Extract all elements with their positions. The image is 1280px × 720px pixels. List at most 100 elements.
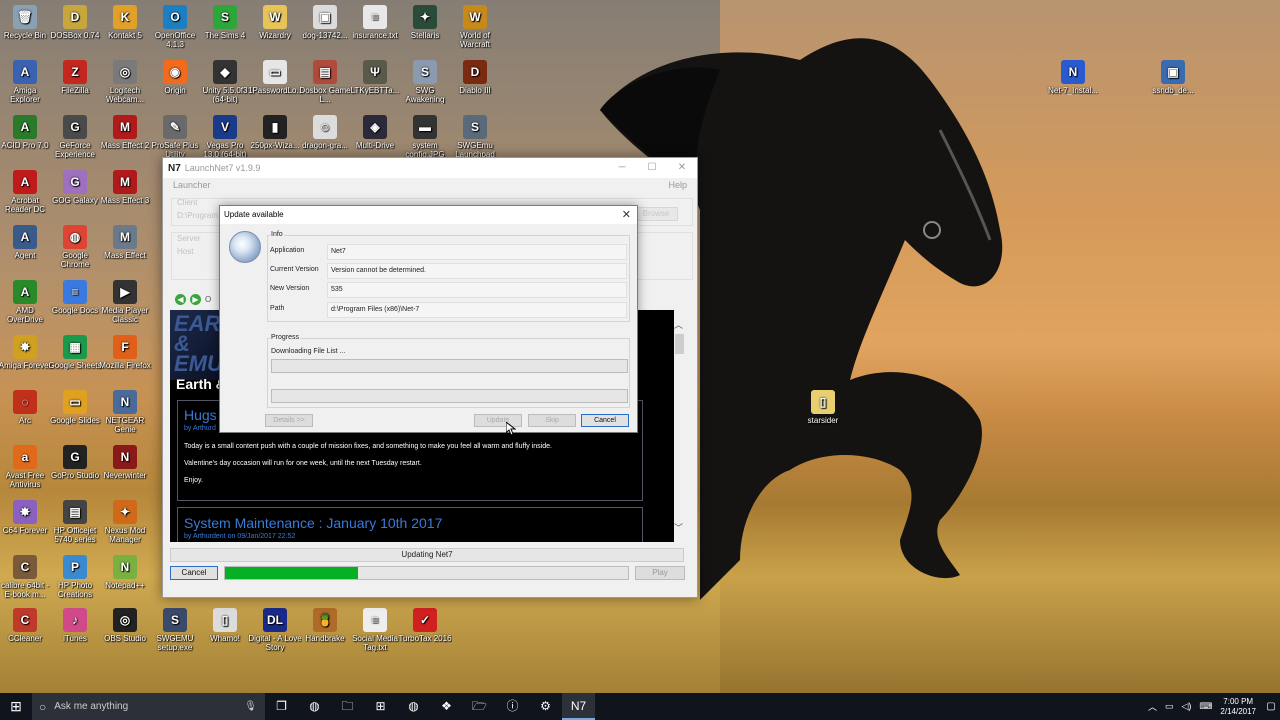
minimize-icon[interactable]: ─ (607, 158, 637, 178)
desktop-icon[interactable]: G GOG Galaxy (48, 170, 102, 205)
desktop-icon[interactable]: D Diablo III (448, 60, 502, 95)
scroll-thumb[interactable] (675, 334, 684, 354)
desktop-icon[interactable]: ▮ 250px-Wiza... (248, 115, 302, 150)
menu-help[interactable]: Help (668, 180, 687, 192)
desktop-icon[interactable]: a Avast Free Antivirus (0, 445, 52, 489)
taskbar-app-icon[interactable]: ⓘ (496, 693, 529, 720)
desktop-icon[interactable]: Ccalibre 64bit - E-book m... (0, 555, 52, 599)
desktop-icon[interactable]: N NETGEAR Genie (98, 390, 152, 434)
forward-icon[interactable]: ▶ (190, 294, 201, 305)
notification-icon[interactable]: ▢ (1262, 701, 1280, 712)
desktop-icon[interactable]: W World of Warcraft (448, 5, 502, 49)
desktop-icon[interactable]: ◈ Multi-Drive (348, 115, 402, 150)
desktop-icon[interactable]: ▬ system config.JPG (398, 115, 452, 159)
details-button[interactable]: Details >> (265, 414, 313, 427)
desktop-icon[interactable]: V Vegas Pro 13.0 (64-bit) (198, 115, 252, 159)
cortana-search[interactable]: ○ Ask me anything 🎙 (32, 693, 265, 720)
taskbar-app-icon[interactable]: ⚙ (529, 693, 562, 720)
back-icon[interactable]: ◀ (175, 294, 186, 305)
desktop-icon[interactable]: ▭ Google Slides (48, 390, 102, 425)
dialog-title[interactable]: Update available (220, 206, 637, 224)
microphone-icon[interactable]: 🎙 (244, 701, 257, 712)
desktop-icon[interactable]: ▶ Media Player Classic (98, 280, 152, 324)
desktop-icon[interactable]: M Mass Effect 2 (98, 115, 152, 150)
clock[interactable]: 7:00 PM 2/14/2017 (1220, 697, 1256, 717)
desktop-icon[interactable]: ☺ dragon-gra... (298, 115, 352, 150)
desktop-icon[interactable]: DL Digital - A Love Story (248, 608, 302, 652)
desktop-icon[interactable]: ✸ Amiga Forever (0, 335, 52, 370)
scroll-down-icon[interactable]: ﹀ (674, 521, 683, 534)
desktop-icon[interactable]: A Acrobat Reader DC (0, 170, 52, 214)
dialog-cancel-button[interactable]: Cancel (581, 414, 629, 427)
desktop-icon[interactable]: S SWGEmu Launchpad (448, 115, 502, 159)
desktop-icon[interactable]: ≡ Google Docs (48, 280, 102, 315)
browse-button[interactable]: Browse (634, 207, 678, 221)
desktop-icon[interactable]: ▤ Dosbox Game L... (298, 60, 352, 104)
desktop-icon[interactable]: Ψ LTKyEBTTa... (348, 60, 402, 95)
desktop-icon[interactable]: ▣ dog-13742... (298, 5, 352, 40)
taskbar-app-icon[interactable]: ⊞ (364, 693, 397, 720)
taskbar-app-icon[interactable]: 🗁 (463, 693, 496, 720)
desktop-icon[interactable]: ✎ ProSafe Plus Utility (148, 115, 202, 159)
desktop-icon[interactable]: S The Sims 4 (198, 5, 252, 40)
desktop-icon[interactable]: ◎ OBS Studio (98, 608, 152, 643)
desktop-icon[interactable]: N Net-7_Instal... (1046, 60, 1100, 95)
desktop-icon[interactable]: D DOSBox 0.74 (48, 5, 102, 40)
desktop-icon[interactable]: G GoPro Studio (48, 445, 102, 480)
desktop-icon[interactable]: Z FileZilla (48, 60, 102, 95)
desktop-icon[interactable]: A Amiga Explorer (0, 60, 52, 104)
taskbar-app-icon[interactable]: ❐ (265, 693, 298, 720)
post-title[interactable]: Hugs (184, 407, 217, 423)
close-icon[interactable]: ✕ (622, 208, 631, 221)
menu-launcher[interactable]: Launcher (173, 180, 211, 192)
desktop-icon[interactable]: M Mass Effect (98, 225, 152, 260)
skip-button[interactable]: Skip (528, 414, 576, 427)
desktop-icon[interactable]: ✦ Stellaris (398, 5, 452, 40)
desktop-icon[interactable]: A ACID Pro 7.0 (0, 115, 52, 150)
taskbar-app-icon[interactable]: N7 (562, 693, 595, 720)
desktop-icon[interactable]: ✓ TurboTax 2016 (398, 608, 452, 643)
news-scrollbar[interactable]: ︿ ﹀ (674, 318, 686, 534)
post-title[interactable]: System Maintenance : January 10th 2017 (184, 515, 442, 531)
desktop-icon[interactable]: G GeForce Experience (48, 115, 102, 159)
taskbar-app-icon[interactable]: ❖ (430, 693, 463, 720)
desktop-icon[interactable]: ▭ 1PasswordLo... (248, 60, 302, 95)
desktop-icon[interactable]: ≡ insurance.txt (348, 5, 402, 40)
taskbar-app-icon[interactable]: ◍ (298, 693, 331, 720)
desktop-icon[interactable]: 🗑 Recycle Bin (0, 5, 52, 40)
desktop-icon[interactable]: K Kontakt 5 (98, 5, 152, 40)
launcher-cancel-button[interactable]: Cancel (170, 566, 218, 580)
desktop-icon[interactable]: ◍ Google Chrome (48, 225, 102, 269)
desktop-icon[interactable]: C CCleaner (0, 608, 52, 643)
network-icon[interactable]: ▭ (1165, 701, 1174, 712)
desktop-icon[interactable]: ◎ Logitech Webcam... (98, 60, 152, 104)
close-icon[interactable]: ✕ (667, 158, 697, 178)
desktop-icon[interactable]: ✦ Nexus Mod Manager (98, 500, 152, 544)
desktop-icon[interactable]: ◌ Arc (0, 390, 52, 425)
desktop-icon[interactable]: ◆ Unity 5.5.0f3 (64-bit) (198, 60, 252, 104)
desktop-icon[interactable]: A AMD OverDrive (0, 280, 52, 324)
desktop-icon[interactable]: M Mass Effect 3 (98, 170, 152, 205)
desktop-icon[interactable]: ▣ ssndb_de... (1146, 60, 1200, 95)
desktop-icon[interactable]: S SWG Awakening (398, 60, 452, 104)
desktop-icon[interactable]: W Wizardry (248, 5, 302, 40)
desktop-icon[interactable]: ▯ Whamo! (198, 608, 252, 643)
taskbar-app-icon[interactable]: ◍ (397, 693, 430, 720)
desktop-icon[interactable]: F Mozilla Firefox (98, 335, 152, 370)
chevron-up-icon[interactable]: ︿ (1148, 700, 1157, 713)
desktop-icon[interactable]: ▦ Google Sheets (48, 335, 102, 370)
windows-start-icon[interactable]: ⊞ (0, 693, 32, 720)
desktop-icon[interactable]: ▯ starsider (796, 390, 850, 425)
desktop-icon[interactable]: N Notepad++ (98, 555, 152, 590)
desktop-icon[interactable]: A Agent (0, 225, 52, 260)
desktop-icon[interactable]: ♪ iTunes (48, 608, 102, 643)
desktop-icon[interactable]: ✸ C64 Forever (0, 500, 52, 535)
volume-icon[interactable]: ◁) (1181, 701, 1191, 712)
scroll-up-icon[interactable]: ︿ (674, 318, 683, 331)
desktop-icon[interactable]: S SWGEMU setup.exe (148, 608, 202, 652)
keyboard-icon[interactable]: ⌨ (1199, 701, 1212, 712)
desktop-icon[interactable]: O OpenOffice 4.1.3 (148, 5, 202, 49)
desktop-icon[interactable]: P HP Photo Creations (48, 555, 102, 599)
desktop-icon[interactable]: ▤ HP Officejet 5740 series (48, 500, 102, 544)
maximize-icon[interactable]: ☐ (637, 158, 667, 178)
